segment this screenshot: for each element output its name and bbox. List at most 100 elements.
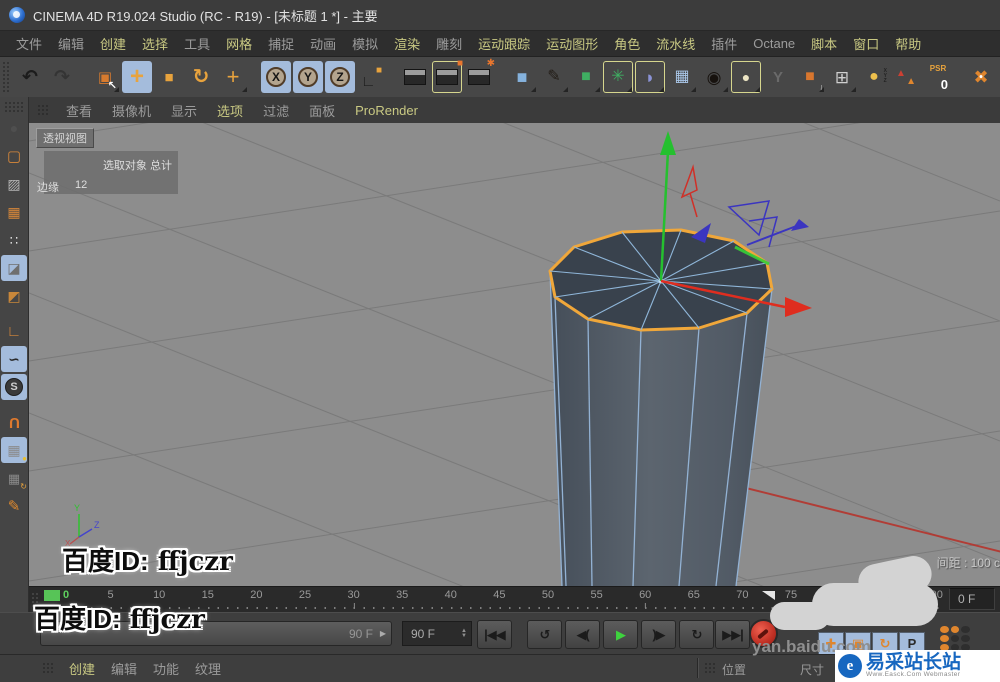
current-frame-field[interactable]: 0 F bbox=[949, 588, 995, 610]
deformer[interactable]: ◗ bbox=[635, 61, 665, 93]
menu-simulate[interactable]: 模拟 bbox=[344, 34, 386, 53]
floor-environment[interactable]: ▦ bbox=[667, 61, 697, 93]
edges-mode[interactable]: ◪ bbox=[1, 255, 27, 281]
title-bar[interactable]: CINEMA 4D R19.024 Studio (RC - R19) - [未… bbox=[0, 0, 1000, 31]
menu-file[interactable]: 文件 bbox=[8, 34, 50, 53]
mograph-cloner[interactable]: ✳ bbox=[603, 61, 633, 93]
add-cube-object[interactable]: ■ bbox=[507, 61, 537, 93]
polygons-mode[interactable]: ◩ bbox=[1, 283, 27, 309]
menu-view[interactable]: 查看 bbox=[56, 101, 102, 120]
menu-render[interactable]: 渲染 bbox=[386, 34, 428, 53]
render-settings[interactable]: ✱ bbox=[464, 61, 494, 93]
xyz-ball[interactable]: ●X Y Z bbox=[859, 61, 889, 93]
timeline-palette-grid-icon[interactable] bbox=[938, 624, 972, 653]
preview-range-flag[interactable] bbox=[762, 591, 775, 600]
menu-mesh[interactable]: 网格 bbox=[218, 34, 260, 53]
undo[interactable]: ↶ bbox=[15, 61, 45, 93]
menu-plugins[interactable]: 插件 bbox=[703, 34, 745, 53]
menu-cameras[interactable]: 摄像机 bbox=[102, 101, 161, 120]
menu-script[interactable]: 脚本 bbox=[803, 34, 845, 53]
viewport-view-label: 透视视图 bbox=[36, 128, 94, 148]
menu-prorender[interactable]: ProRender bbox=[345, 103, 428, 118]
coordinate-grip[interactable] bbox=[704, 662, 717, 675]
menu-select[interactable]: 选择 bbox=[134, 34, 176, 53]
lock-z-axis[interactable]: Z bbox=[325, 61, 355, 93]
menu-character[interactable]: 角色 bbox=[606, 34, 648, 53]
workplane[interactable]: ⊞ bbox=[827, 61, 857, 93]
psr-record[interactable]: 0PSR bbox=[923, 61, 953, 93]
layout-switch[interactable]: ✖● bbox=[966, 61, 996, 93]
undock-grip[interactable] bbox=[4, 101, 24, 113]
enable-axis[interactable]: ∟ bbox=[1, 318, 27, 344]
menu-animate[interactable]: 动画 bbox=[302, 34, 344, 53]
spinner-arrows-icon[interactable]: ▲▼ bbox=[461, 629, 467, 639]
lock-y-axis[interactable]: Y bbox=[293, 61, 323, 93]
snap-toggle[interactable]: S bbox=[1, 374, 27, 400]
lock-x-axis[interactable]: X bbox=[261, 61, 291, 93]
light[interactable]: ● bbox=[731, 61, 761, 93]
magnet-tool[interactable]: U bbox=[1, 409, 27, 435]
joint[interactable]: Y bbox=[763, 61, 793, 93]
scale-tool[interactable]: ■ bbox=[154, 61, 184, 93]
menu-create[interactable]: 创建 bbox=[61, 659, 103, 678]
camera[interactable]: ◉ bbox=[699, 61, 729, 93]
workplane-mode[interactable]: ▦ bbox=[1, 199, 27, 225]
menu-filter[interactable]: 过滤 bbox=[253, 101, 299, 120]
palette-dot bbox=[940, 635, 949, 642]
menu-octane[interactable]: Octane bbox=[745, 36, 803, 51]
menu-display[interactable]: 显示 bbox=[161, 101, 207, 120]
menu-mograph[interactable]: 运动图形 bbox=[538, 34, 606, 53]
menu-motion-tracker[interactable]: 运动跟踪 bbox=[470, 34, 538, 53]
end-frame-spinner[interactable]: 90 F ▲▼ bbox=[402, 621, 472, 646]
texture-mode[interactable]: ▨ bbox=[1, 171, 27, 197]
rotate-tool[interactable]: ↻ bbox=[186, 61, 216, 93]
menu-window[interactable]: 窗口 bbox=[845, 34, 887, 53]
menu-snap[interactable]: 捕捉 bbox=[260, 34, 302, 53]
render-view[interactable] bbox=[400, 61, 430, 93]
light-notch bbox=[755, 87, 760, 92]
menu-create[interactable]: 创建 bbox=[92, 34, 134, 53]
material-bar-grip[interactable] bbox=[42, 662, 55, 675]
model-mode[interactable]: ▢ bbox=[1, 143, 27, 169]
menu-panel[interactable]: 面板 bbox=[299, 101, 345, 120]
previous-key-button[interactable]: ◀( bbox=[565, 620, 600, 649]
coordinate-system[interactable]: ∟■ bbox=[357, 61, 387, 93]
menu-options[interactable]: 选项 bbox=[207, 101, 253, 120]
move-tool[interactable]: + bbox=[122, 61, 152, 93]
menu-sculpt[interactable]: 雕刻 bbox=[428, 34, 470, 53]
subdivision-surface[interactable]: ■ bbox=[571, 61, 601, 93]
tweak-mode[interactable]: ∽ bbox=[1, 346, 27, 372]
volume-builder[interactable]: ■↓ bbox=[795, 61, 825, 93]
toolbar-group: ■✱ bbox=[399, 61, 495, 93]
live-selection[interactable]: ▣↖ bbox=[90, 61, 120, 93]
menu-tools[interactable]: 工具 bbox=[176, 34, 218, 53]
menu-edit[interactable]: 编辑 bbox=[50, 34, 92, 53]
pen-tool[interactable]: ✎ bbox=[1, 493, 27, 519]
next-key-button[interactable]: )▶ bbox=[641, 620, 676, 649]
menu-function[interactable]: 功能 bbox=[145, 659, 187, 678]
sculpt-mode[interactable]: ● bbox=[1, 115, 27, 141]
render-picture-viewer[interactable]: ■ bbox=[432, 61, 462, 93]
lock-workplane[interactable]: ▦● bbox=[1, 437, 27, 463]
menu-texture[interactable]: 纹理 bbox=[187, 659, 229, 678]
viewport: 透视视图 选取对象 总计 边缘 12 间距 : 100 c Y Z X bbox=[29, 123, 1000, 586]
goto-start-button[interactable]: |◀◀ bbox=[477, 620, 512, 649]
redo[interactable]: ↷ bbox=[47, 61, 77, 93]
menu-edit[interactable]: 编辑 bbox=[103, 659, 145, 678]
spline-pen[interactable]: ✎ bbox=[539, 61, 569, 93]
play-backwards-button[interactable]: ↺ bbox=[527, 620, 562, 649]
ruler-frame-25: 25 bbox=[299, 589, 311, 601]
menu-pipeline[interactable]: 流水线 bbox=[648, 34, 703, 53]
viewport-menu-grip[interactable] bbox=[37, 104, 50, 117]
easck-watermark: e 易采站长站 Www.Easck.Com Webmaster bbox=[835, 650, 1000, 682]
auto-key-triangles[interactable]: ▲▲ bbox=[891, 61, 921, 93]
play-forwards-button[interactable]: ▶ bbox=[603, 620, 638, 649]
loop-button[interactable]: ↻ bbox=[679, 620, 714, 649]
points-mode[interactable]: ∷ bbox=[1, 227, 27, 253]
rotate-workplane[interactable]: ▦↻ bbox=[1, 465, 27, 491]
palette-dot bbox=[951, 635, 960, 642]
goto-end-button[interactable]: ▶▶| bbox=[715, 620, 750, 649]
toolbar-grip[interactable] bbox=[2, 61, 9, 93]
menu-help[interactable]: 帮助 bbox=[887, 34, 929, 53]
last-used-tool[interactable]: + bbox=[218, 61, 248, 93]
